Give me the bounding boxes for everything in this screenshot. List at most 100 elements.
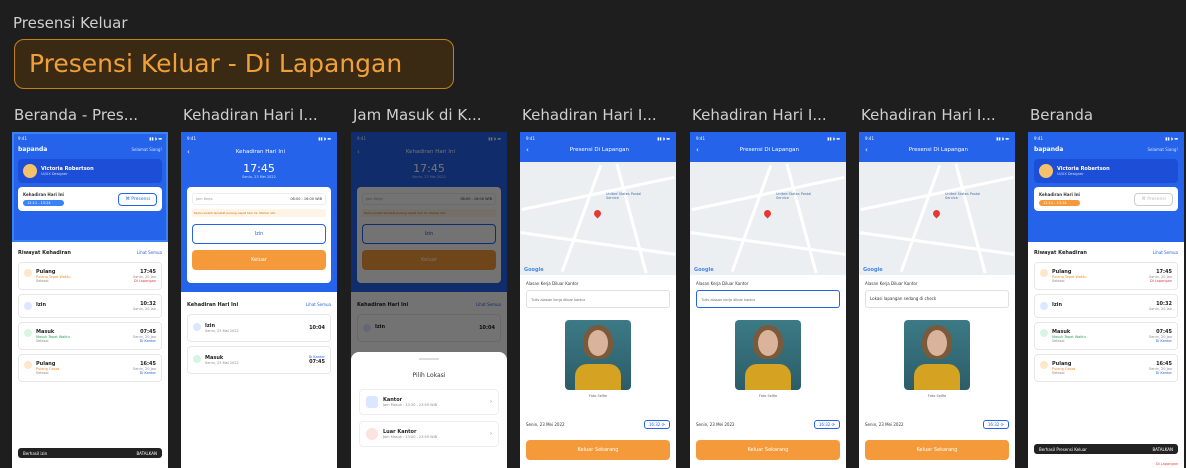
option-luar-kantor[interactable]: Luar Kantor Jam Masuk : 13:00 - 23:59 WIB…	[359, 421, 499, 447]
snackbar: Berhasil Presensi Keluar BATALKAN	[1034, 444, 1178, 454]
frame-title-6[interactable]: Kehadiran Hari I...	[861, 106, 996, 124]
frame-title-2[interactable]: Kehadiran Hari I...	[183, 106, 318, 124]
map-view[interactable]: United States Postal Service Google	[690, 162, 846, 275]
map-place-label: United States Postal Service	[606, 192, 642, 200]
item-time: 10:04	[309, 325, 325, 331]
greeting: Selamat Siang!	[131, 147, 162, 152]
frame-home-before: 9:41 ▮▮ ◗ ▬ bapanda Selamat Siang! Victor…	[12, 132, 168, 468]
map-place-label: United States Postal Service	[776, 192, 812, 200]
item-place: Di Kantor	[1155, 339, 1172, 343]
frame-title-5[interactable]: Kehadiran Hari I...	[692, 106, 827, 124]
item-sub: Selesai	[1052, 371, 1065, 375]
submit-button[interactable]: Keluar Sekarang	[526, 440, 670, 460]
user-role: UI/UX Designer	[41, 172, 68, 176]
frame-field-typing: 9:41 ▮▮ ◗ ▬ ‹ Presensi Di Lapangan United …	[690, 132, 846, 468]
screen-header: Presensi Di Lapangan	[569, 147, 630, 153]
map-brand: Google	[863, 267, 883, 273]
today-label: Kehadiran Hari Ini	[23, 192, 64, 197]
attendance-item[interactable]: Masuk Senin, 23 Mei 2022 Di Kantor 07:45	[187, 346, 331, 374]
snackbar-action[interactable]: BATALKAN	[1152, 447, 1173, 452]
snackbar-action[interactable]: BATALKAN	[136, 451, 157, 456]
map-view[interactable]: United States Postal Service Google	[520, 162, 676, 275]
option-kantor[interactable]: Kantor Jam Masuk : 13:30 - 23:59 WIB ›	[359, 389, 499, 415]
history-item[interactable]: Masuk Masuk Tepat Waktu Selesai 07:45 Senin…	[18, 322, 162, 350]
history-title: Riwayat Kehadiran	[1034, 250, 1087, 256]
time-chip: 16:32 ⟳	[982, 420, 1009, 429]
frame-title-1[interactable]: Beranda - Pres...	[14, 106, 138, 124]
map-view[interactable]: United States Postal Service Google	[859, 162, 1015, 275]
reason-input[interactable]	[526, 290, 670, 308]
history-item[interactable]: Izin 10:32 Senin, 20 Jan	[1034, 294, 1178, 318]
map-pin-icon	[931, 208, 942, 219]
izin-button[interactable]: Izin	[192, 224, 326, 244]
item-date: Senin, 23 Mei 2022	[205, 361, 239, 365]
field-date: Senin, 23 Mei 2022	[865, 422, 904, 427]
field-date: Senin, 23 Mei 2022	[526, 422, 565, 427]
refresh-icon: ⟳	[1000, 422, 1004, 427]
section-title[interactable]: Presensi Keluar - Di Lapangan	[14, 39, 454, 89]
presensi-button-disabled[interactable]: ⌘ Presensi	[1134, 192, 1173, 206]
see-all-link[interactable]: Lihat Semua	[306, 302, 331, 308]
signal-icon: ▮▮ ◗ ▬	[149, 135, 162, 141]
exit-icon	[1040, 269, 1048, 277]
selfie-caption: Foto Selfie	[758, 394, 778, 398]
jam-kerja-label: Jam Kerja	[196, 197, 213, 201]
see-all-link[interactable]: Lihat Semua	[1153, 250, 1178, 256]
history-item[interactable]: Pulang Pulang Tepat Waktu Selesai 17:45 Sen…	[1034, 262, 1178, 290]
field-date: Senin, 23 Mei 2022	[696, 422, 735, 427]
page-label: Presensi Keluar	[13, 14, 128, 32]
snackbar: Berhasil izin BATALKAN	[18, 448, 162, 458]
today-label: Kehadiran Hari Ini	[1039, 192, 1080, 197]
attendance-item[interactable]: Izin Senin, 23 Mei 2022 10:04	[187, 314, 331, 342]
time-value: 16:32	[648, 422, 661, 427]
refresh-icon: ⟳	[661, 422, 665, 427]
keluar-button[interactable]: Keluar	[192, 250, 326, 270]
time-chip: 16:32 ⟳	[813, 420, 840, 429]
see-all-link[interactable]: Lihat Semua	[137, 250, 162, 256]
clock-date: Senin, 23 Mei 2022	[242, 175, 276, 179]
item-sub: Selesai	[36, 279, 49, 283]
history-item[interactable]: Pulang Pulang Cepat Selesai 16:45 Senin, 20…	[1034, 354, 1178, 382]
selfie-photo[interactable]	[565, 320, 631, 390]
reason-input-filled[interactable]: Lokasi lapangan sedang di check	[865, 290, 1009, 308]
selfie-photo[interactable]	[904, 320, 970, 390]
map-brand: Google	[524, 267, 544, 273]
status-time: 9:41	[696, 135, 705, 141]
history-item[interactable]: Pulang Pulang Tepat Waktu Selesai 17:45 Sen…	[18, 262, 162, 290]
reason-label: Alasan Kerja Diluar Kantor	[696, 281, 749, 286]
reason-label: Alasan Kerja Diluar Kantor	[865, 281, 918, 286]
reason-input-focused[interactable]	[696, 290, 840, 308]
history-title: Riwayat Kehadiran	[18, 250, 71, 256]
status-time: 9:41	[1034, 135, 1043, 141]
clock: 17:45	[243, 162, 275, 175]
history-item[interactable]: Izin 10:32 Senin, 20 Jan	[18, 294, 162, 318]
leave-icon	[193, 323, 201, 331]
item-date: Senin, 20 Jan	[133, 307, 156, 311]
time-chip: 16:32 ⟳	[643, 420, 670, 429]
frame-title-3[interactable]: Jam Masuk di K...	[353, 106, 482, 124]
selfie-photo[interactable]	[735, 320, 801, 390]
presensi-label: Presensi	[131, 196, 150, 202]
frame-title-7[interactable]: Beranda	[1030, 106, 1093, 124]
item-sub: Selesai	[1052, 279, 1065, 283]
screen-header: Kehadiran Hari Ini	[235, 149, 285, 155]
option-hours: Jam Masuk : 13:00 - 23:59 WIB	[383, 435, 438, 439]
greeting: Selamat Siang!	[1147, 147, 1178, 152]
presensi-button[interactable]: ⌘ Presensi	[118, 192, 157, 206]
item-sub: Selesai	[36, 339, 49, 343]
avatar	[1039, 164, 1053, 178]
item-place: Di Kantor	[1155, 371, 1172, 375]
today-chip: 12:11 - 13:24	[23, 200, 64, 206]
submit-button[interactable]: Keluar Sekarang	[865, 440, 1009, 460]
presensi-label: Presensi	[1147, 196, 1166, 202]
app-logo: bapanda	[18, 146, 48, 153]
history-item[interactable]: Pulang Pulang Cepat Selesai 16:45 Senin, 20…	[18, 354, 162, 382]
submit-button[interactable]: Keluar Sekarang	[696, 440, 840, 460]
frame-title-4[interactable]: Kehadiran Hari I...	[522, 106, 657, 124]
sheet-handle[interactable]	[419, 358, 439, 360]
app-logo: bapanda	[1034, 146, 1064, 153]
history-item[interactable]: Masuk Masuk Tepat Waktu Selesai 07:45 Senin…	[1034, 322, 1178, 350]
signal-icon: ▮▮ ◗ ▬	[1165, 135, 1178, 141]
map-pin-icon	[762, 208, 773, 219]
item-date: Senin, 23 Mei 2022	[205, 329, 239, 333]
